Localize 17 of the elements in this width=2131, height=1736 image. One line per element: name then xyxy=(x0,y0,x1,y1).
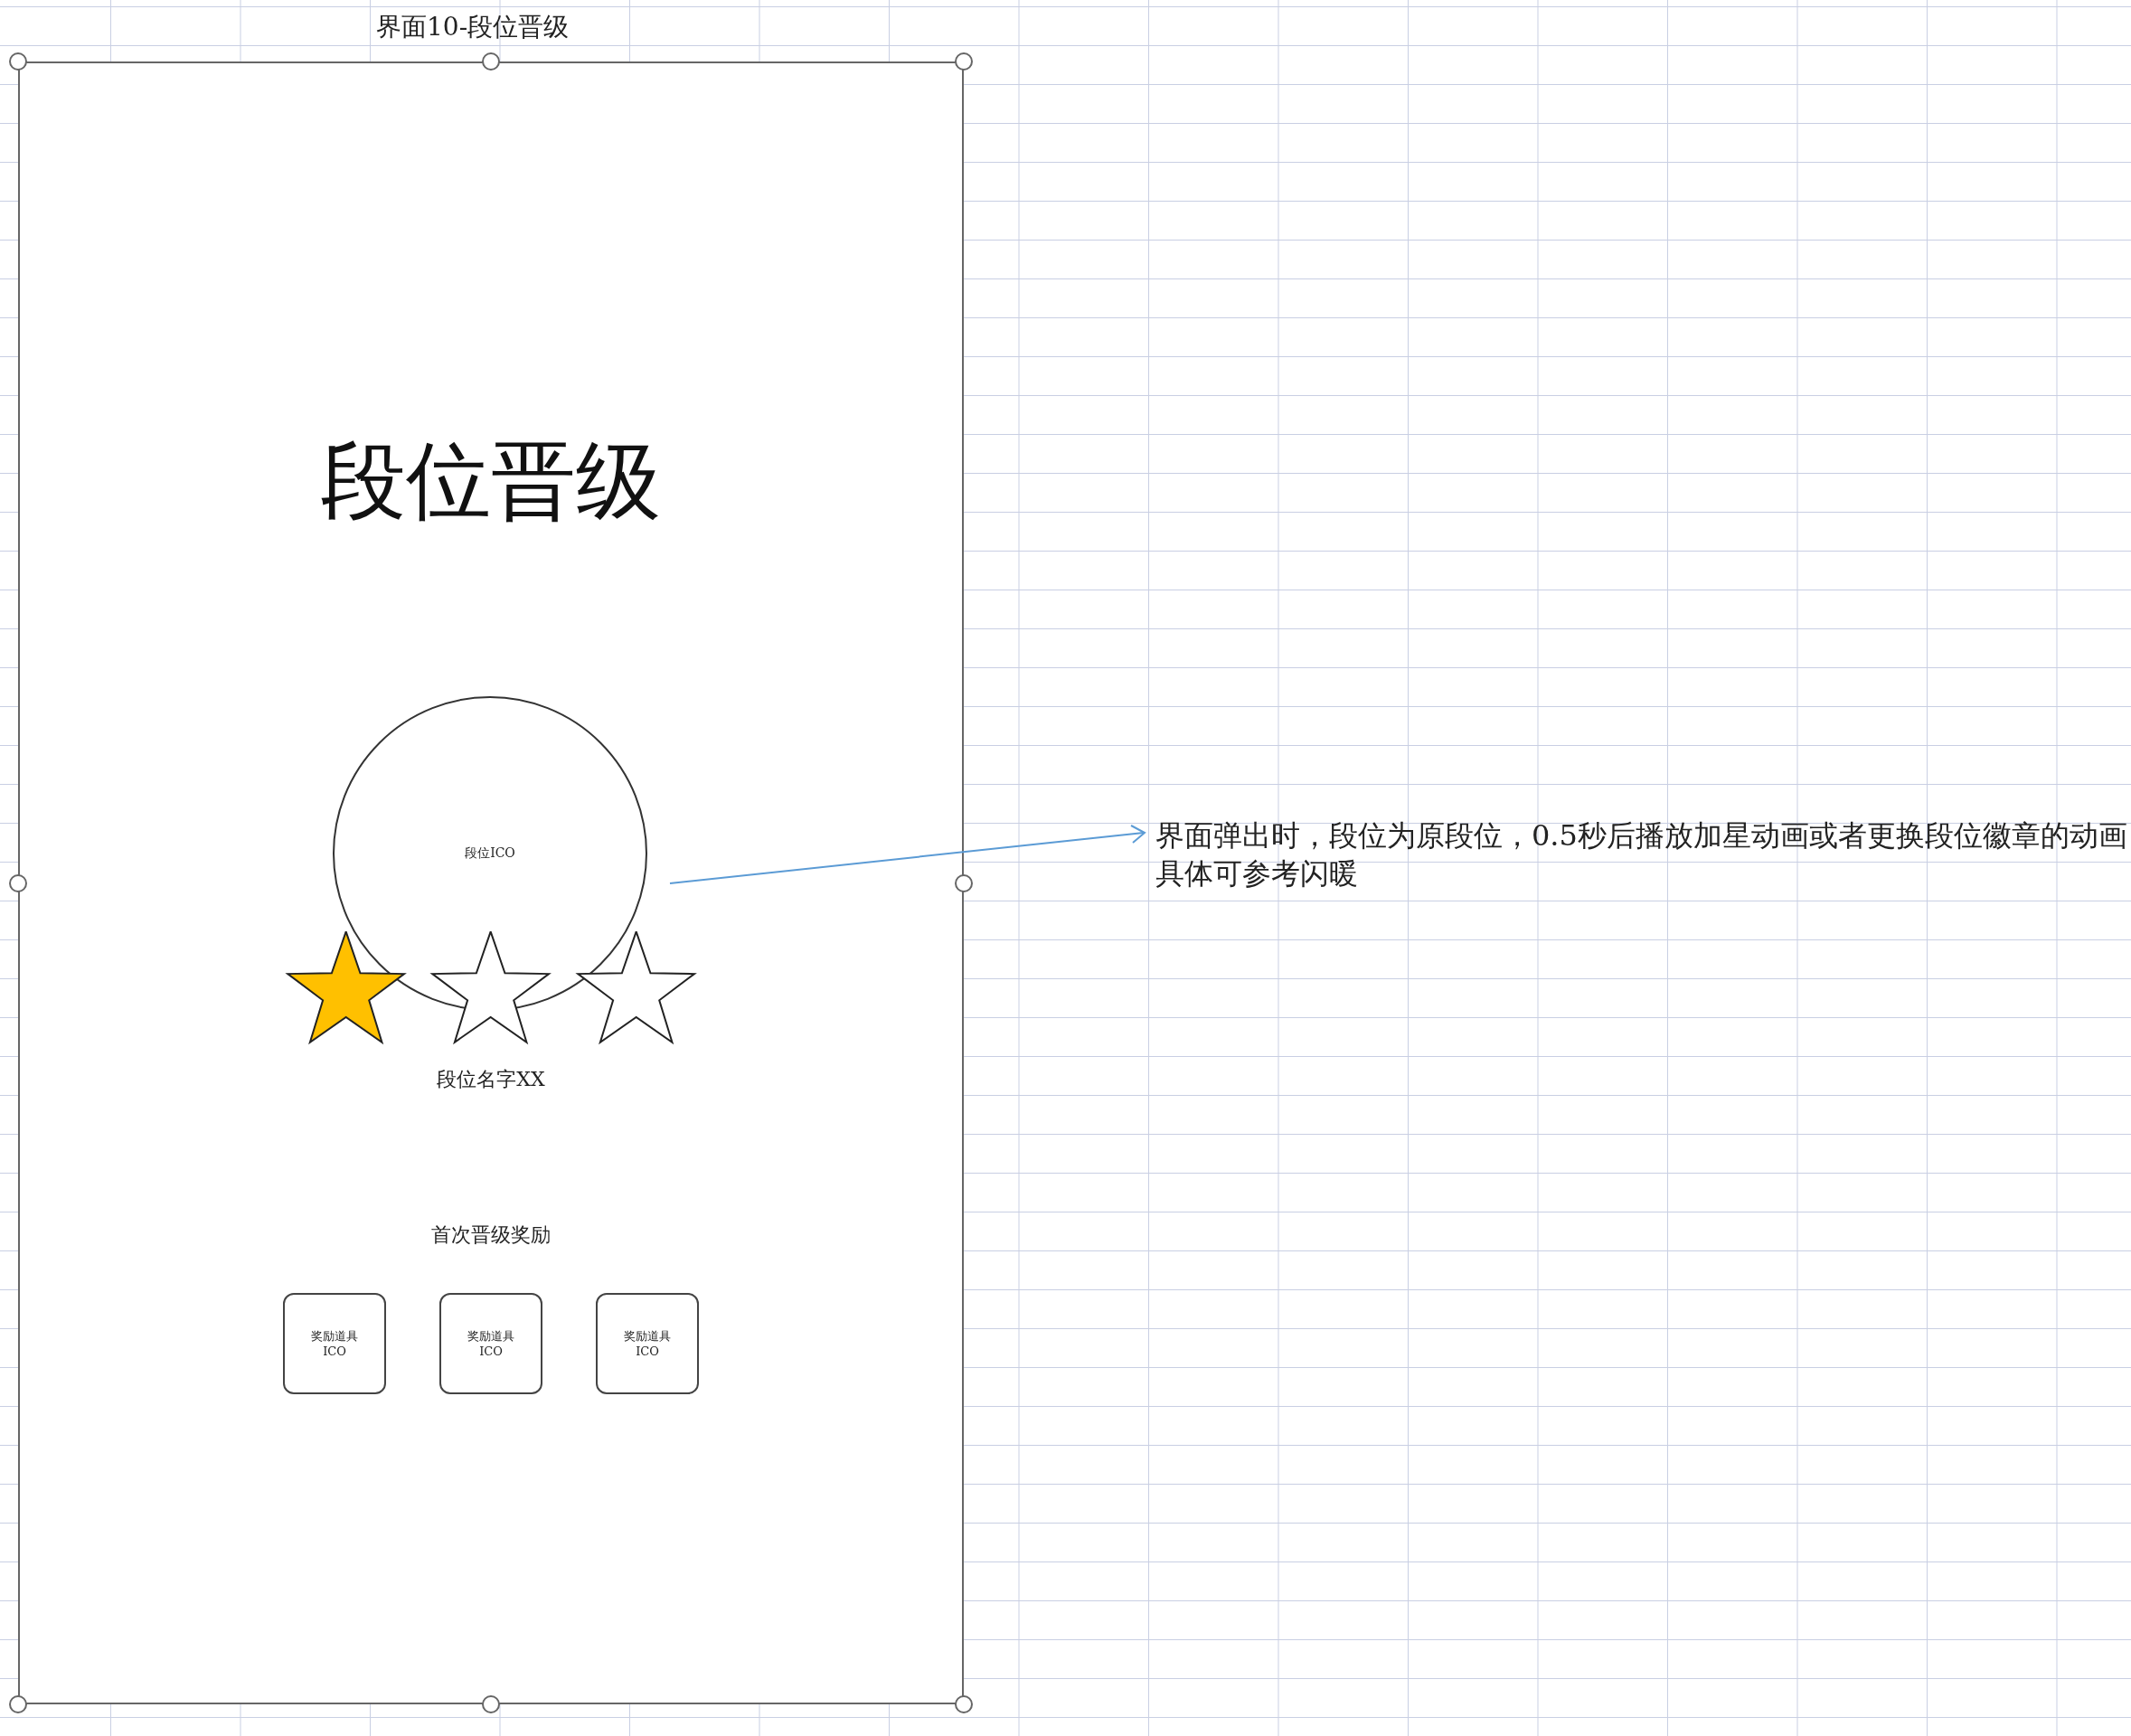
rank-name: 段位名字XX xyxy=(437,1067,545,1092)
reward-title: 首次晋级奖励 xyxy=(431,1222,551,1248)
annotation-text: 具体可参考闪暖 xyxy=(1155,855,1359,892)
resize-handle[interactable] xyxy=(482,52,500,71)
resize-handle[interactable] xyxy=(955,1695,973,1713)
resize-handle[interactable] xyxy=(482,1695,500,1713)
annotation-text: 界面弹出时，段位为原段位，0.5秒后播放加星动画或者更换段位徽章的动画 xyxy=(1155,817,2127,854)
resize-handle[interactable] xyxy=(955,52,973,71)
reward-item-label: 奖励道具 ICO xyxy=(624,1328,671,1359)
rank-icon-label: 段位ICO xyxy=(465,845,515,862)
resize-handle[interactable] xyxy=(9,1695,27,1713)
screen-heading: 段位晋级 xyxy=(321,434,661,528)
reward-item-label: 奖励道具 ICO xyxy=(311,1328,358,1359)
resize-handle[interactable] xyxy=(9,52,27,71)
reward-item-label: 奖励道具 ICO xyxy=(467,1328,514,1359)
sheet-title: 界面10-段位晋级 xyxy=(376,11,570,43)
resize-handle[interactable] xyxy=(9,873,27,892)
